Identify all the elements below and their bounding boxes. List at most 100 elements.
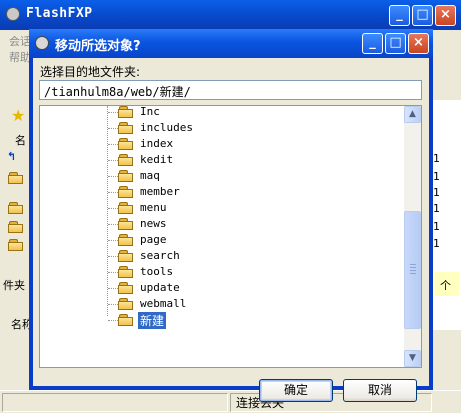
scrollbar-thumb[interactable] [404,211,421,329]
right-file-panel: 1 1 1 1 1 1 个 [430,100,461,330]
maximize-button[interactable]: □ [412,5,433,26]
move-dialog: 移动所选对象? _ □ × 选择目的地文件夹: /tianhulm8a/web/… [29,29,433,402]
folder-tree-item[interactable]: news [40,216,380,232]
folder-tree-item[interactable]: index [40,136,380,152]
folder-label: tools [140,265,174,278]
scroll-down-icon[interactable]: ▼ [404,350,421,367]
flashfxp-title-bar: FlashFXP _ □ × [0,0,461,30]
menu-fragment-help[interactable]: 帮助 [9,49,31,65]
folder-label: page [140,233,167,246]
tree-connector [108,128,118,129]
flashfxp-icon [35,36,49,50]
minimize-button[interactable]: _ [389,5,410,26]
tree-connector [108,144,118,145]
tree-connector [108,208,118,209]
folder-icon [8,239,24,251]
folder-label: includes [140,121,193,134]
flashfxp-left-toolbar: ★ [0,100,30,126]
folder-tree-item[interactable]: search [40,248,380,264]
dialog-title-bar: 移动所选对象? _ □ × [29,29,433,58]
folder-icon [8,202,24,214]
dialog-close-button[interactable]: × [408,33,429,54]
close-button[interactable]: × [435,5,456,26]
tree-connector [108,240,118,241]
tree-vertical-scrollbar[interactable]: ▲ ▼ [404,106,421,367]
folder-icon [118,266,134,278]
left-folder-label: 件夹 [3,279,25,292]
star-icon[interactable]: ★ [11,106,25,125]
right-label: 个 [440,279,451,292]
folder-label: Inc [140,105,160,118]
folder-label: webmall [140,297,187,310]
right-digit: 1 [433,220,440,233]
folder-label: maq [140,169,160,182]
folder-icon [118,250,134,262]
ok-button[interactable]: 确定 [259,379,333,402]
folder-tree-item[interactable]: Inc [40,105,380,120]
folder-label: 新建 [138,312,167,329]
flashfxp-title: FlashFXP [26,6,93,21]
folder-icon [118,202,134,214]
cancel-button[interactable]: 取消 [343,379,417,402]
right-digit: 1 [433,202,440,215]
folder-tree[interactable]: Inc includes index kedit maq member menu news pa… [39,105,422,368]
folder-icon [118,154,134,166]
right-digit: 1 [433,170,440,183]
tree-connector [108,272,118,273]
tree-connector [108,192,118,193]
folder-icon [118,186,134,198]
up-folder-icon[interactable]: ↰ [7,150,16,163]
tree-connector [108,288,118,289]
folder-tree-item[interactable]: webmall [40,296,380,312]
folder-tree-item[interactable]: maq [40,168,380,184]
tree-connector [108,256,118,257]
folder-icon [118,298,134,310]
folder-icon [8,221,24,233]
folder-label: index [140,137,174,150]
dialog-minimize-button[interactable]: _ [362,33,383,54]
folder-icon [118,282,134,294]
folder-label: update [140,281,180,294]
folder-label: member [140,185,180,198]
folder-icon [118,218,134,230]
dialog-title: 移动所选对象? [55,39,141,54]
folder-tree-item[interactable]: kedit [40,152,380,168]
folder-label: menu [140,201,167,214]
right-digit: 1 [433,152,440,165]
right-digit: 1 [433,186,440,199]
right-digit: 1 [433,237,440,250]
folder-label: news [140,217,167,230]
folder-icon [118,234,134,246]
tree-connector [108,304,118,305]
folder-tree-item[interactable]: update [40,280,380,296]
dialog-maximize-button[interactable]: □ [385,33,406,54]
folder-tree-item[interactable]: tools [40,264,380,280]
folder-tree-item[interactable]: includes [40,120,380,136]
tree-connector [108,160,118,161]
folder-icon [118,314,134,326]
tree-connector [108,112,118,113]
folder-tree-item[interactable]: member [40,184,380,200]
folder-label: search [140,249,180,262]
destination-path-field[interactable]: /tianhulm8a/web/新建/ [39,80,422,100]
flashfxp-icon [6,7,20,21]
right-highlight-cell: 个 [434,272,459,296]
folder-icon [118,138,134,150]
destination-folder-label: 选择目的地文件夹: [40,65,141,79]
menu-fragment-session[interactable]: 会话 [9,33,31,49]
folder-tree-item[interactable]: 新建 [40,312,380,329]
folder-icon [118,106,134,118]
tree-connector [108,320,118,321]
folder-icon [8,172,24,184]
folder-tree-item[interactable]: menu [40,200,380,216]
status-segment [2,393,228,412]
tree-connector [108,224,118,225]
dialog-body: 选择目的地文件夹: /tianhulm8a/web/新建/ Inc include… [33,58,429,402]
tree-connector [108,176,118,177]
left-column-header: 名 [15,134,26,147]
folder-tree-item[interactable]: page [40,232,380,248]
folder-icon [118,170,134,182]
folder-icon [118,122,134,134]
scroll-up-icon[interactable]: ▲ [404,106,421,123]
folder-label: kedit [140,153,174,166]
